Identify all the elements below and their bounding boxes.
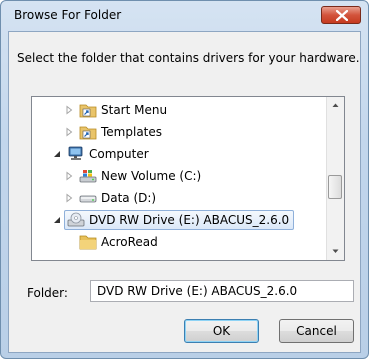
close-icon [336,10,348,21]
tree-item-start-menu[interactable]: Start Menu [32,99,326,121]
tree-item-label: Data (D:) [101,191,157,205]
scroll-down-arrow-icon [332,249,339,253]
shortcut-folder-icon [79,104,97,118]
tree-item-data-d[interactable]: Data (D:) [32,187,326,209]
scroll-up-button[interactable] [327,97,344,114]
tree-item-label: Start Menu [101,103,168,117]
ok-button[interactable]: OK [184,319,259,343]
scroll-up-arrow-icon [332,103,339,107]
computer-icon [68,146,83,160]
instruction-text: Select the folder that contains drivers … [17,51,360,65]
tree-item-label: AcroRead [101,235,158,249]
folder-field-label: Folder: [27,286,68,300]
tree-item-label: Computer [89,147,149,161]
tree-item-label: New Volume (C:) [101,169,202,183]
expand-arrow-icon[interactable] [64,171,74,181]
browse-for-folder-dialog: Browse For Folder Select the folder that… [0,0,369,359]
collapse-arrow-icon[interactable] [52,149,62,159]
tree-item-acroread[interactable]: AcroRead [32,231,326,253]
folder-icon [79,235,97,250]
expand-arrow-icon[interactable] [64,105,74,115]
scroll-down-button[interactable] [327,243,344,260]
expand-arrow-icon[interactable] [64,127,74,137]
dvd-drive-icon [67,212,85,227]
dialog-body: Select the folder that contains drivers … [8,31,361,353]
scrollbar-thumb[interactable] [328,175,342,199]
title-bar[interactable]: Browse For Folder [1,1,368,31]
tree-item-new-volume-c[interactable]: New Volume (C:) [32,165,326,187]
windows-drive-icon [79,170,97,183]
tree-item-dvd-rw-drive-e[interactable]: DVD RW Drive (E:) ABACUS_2.6.0 [32,209,326,231]
tree-item-computer[interactable]: Computer [32,143,326,165]
collapse-arrow-icon[interactable] [52,215,62,225]
expand-arrow-icon[interactable] [64,193,74,203]
tree-item-label: DVD RW Drive (E:) ABACUS_2.6.0 [89,213,290,227]
folder-path-field[interactable]: DVD RW Drive (E:) ABACUS_2.6.0 [90,280,354,302]
dialog-title: Browse For Folder [14,8,122,22]
close-button[interactable] [321,6,361,24]
tree-scrollbar[interactable] [326,97,344,260]
tree-item-templates[interactable]: Templates [32,121,326,143]
shortcut-folder-icon [79,126,97,140]
hard-drive-icon [79,195,97,203]
tree-item-label: Templates [101,125,163,139]
cancel-button[interactable]: Cancel [279,319,354,343]
folder-tree[interactable]: Start Menu Templates Computer New Volume… [31,96,345,261]
